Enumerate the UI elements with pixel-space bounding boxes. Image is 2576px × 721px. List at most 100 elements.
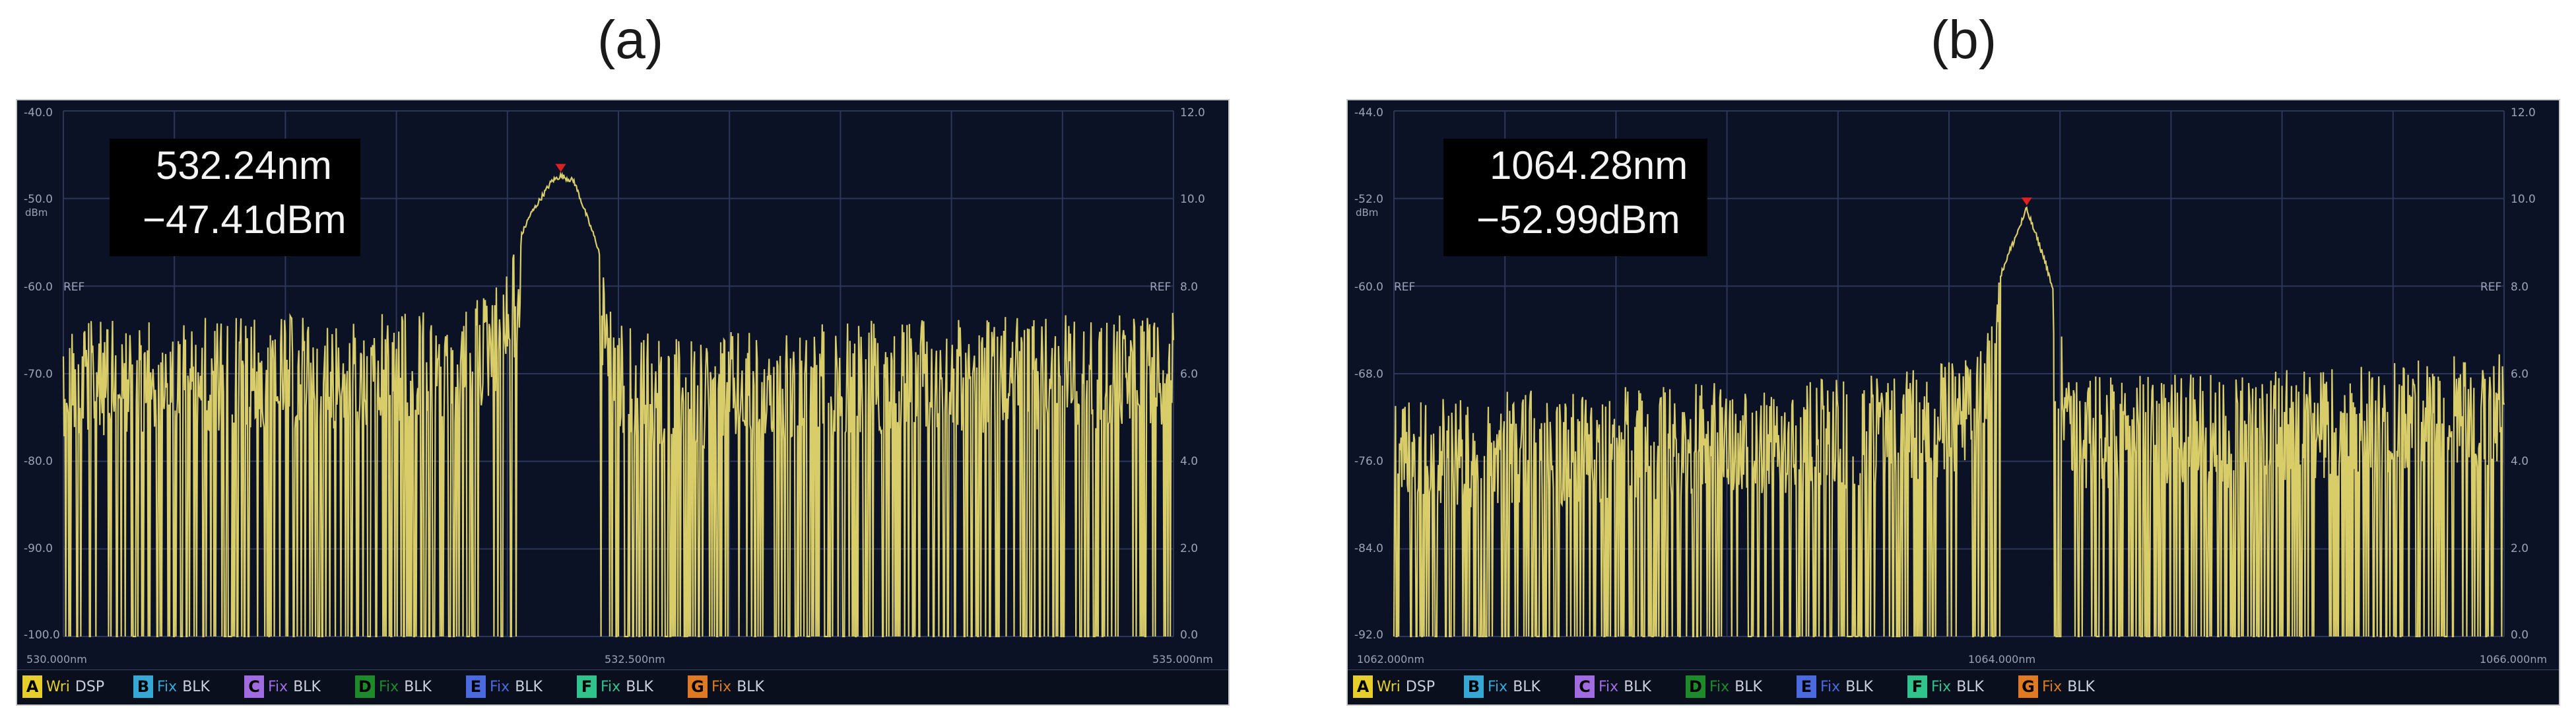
trace-tag-f[interactable]: F Fix BLK [577,674,653,699]
x-tick-b-2: 1066.000nm [2480,653,2547,666]
readout-wavelength-a: 532.24nm [156,143,332,188]
trace-letter: C [1575,675,1595,698]
trace-tag-c[interactable]: C Fix BLK [1575,674,1651,699]
trace-tag-b[interactable]: B Fix BLK [133,674,210,699]
trace-mode: Fix [1599,678,1619,695]
trace-letter: E [466,675,486,698]
right-tick-a-2: 8.0 [1180,281,1198,294]
marker-readout-a: 532.24nm −47.41dBm [110,139,360,256]
trace-tag-g[interactable]: G Fix BLK [688,674,764,699]
right-tick-b-0: 12.0 [2511,106,2536,120]
trace-state: DSP [75,678,105,695]
trace-tag-e[interactable]: E Fix BLK [466,674,543,699]
trace-tag-a[interactable]: A Wri DSP [1353,674,1435,699]
trace-mode: Fix [2042,678,2063,695]
trace-state: BLK [515,678,543,695]
readout-power-a: −47.41dBm [143,197,347,242]
trace-state: BLK [1513,678,1540,695]
trace-state: BLK [404,678,432,695]
left-tick-b-0: -44.0 [1354,106,1383,120]
left-tick-a-6: -100.0 [24,629,60,642]
osa-screen-b: -44.0 -52.0 dBm -60.0 REF -68.0 -76.0 -8… [1346,99,2560,706]
trace-state: BLK [293,678,321,695]
osa-screen-a: -40.0 -50.0 dBm -60.0 REF -70.0 -80.0 -9… [16,99,1230,706]
trace-state: BLK [1845,678,1873,695]
right-tick-a-0: 12.0 [1180,106,1205,120]
trace-letter: A [22,675,42,698]
right-tick-b-6: 0.0 [2511,629,2528,642]
ref-label-left-b: REF [1394,281,1415,294]
right-tick-b-1: 10.0 [2511,193,2536,206]
right-tick-b-5: 2.0 [2511,542,2528,555]
left-tick-a-5: -90.0 [24,542,53,555]
trace-mode: Fix [1820,678,1841,695]
trace-letter: A [1353,675,1373,698]
marker-readout-b: 1064.28nm −52.99dBm [1443,139,1707,256]
ref-label-left-a: REF [63,281,84,294]
right-tick-b-4: 4.0 [2511,455,2528,468]
trace-state: BLK [1734,678,1762,695]
x-tick-a-0: 530.000nm [26,653,87,666]
trace-state: BLK [626,678,653,695]
trace-state: BLK [1624,678,1651,695]
trace-tag-e[interactable]: E Fix BLK [1797,674,1873,699]
trace-tag-a[interactable]: A Wri DSP [22,674,104,699]
trace-state: BLK [2067,678,2095,695]
ref-label-right-a: REF [1150,281,1171,294]
left-tick-b-4: -76.0 [1354,455,1383,468]
trace-letter: E [1797,675,1816,698]
trace-tag-d[interactable]: D Fix BLK [1686,674,1762,699]
trace-mode: Wri [46,678,70,695]
x-tick-b-1: 1064.000nm [1968,653,2035,666]
trace-letter: B [1464,675,1484,698]
trace-bar-b: A Wri DSP B Fix BLK C Fix BLK D Fix BLK E Fix BLK F Fix B… [1348,670,2559,704]
peak-marker [555,164,566,172]
trace-tag-c[interactable]: C Fix BLK [244,674,321,699]
left-unit-b: dBm [1356,207,1378,219]
right-tick-a-1: 10.0 [1180,193,1205,206]
trace-tag-d[interactable]: D Fix BLK [355,674,432,699]
x-tick-a-1: 532.500nm [605,653,665,666]
left-tick-b-2: -60.0 [1354,281,1383,294]
trace-mode: Fix [1709,678,1730,695]
x-tick-a-2: 535.000nm [1152,653,1213,666]
right-tick-a-6: 0.0 [1180,629,1198,642]
trace-tag-f[interactable]: F Fix BLK [1907,674,1984,699]
trace-mode: Fix [157,678,178,695]
trace-letter: B [133,675,153,698]
trace-state: DSP [1405,678,1436,695]
right-tick-a-3: 6.0 [1180,368,1198,381]
trace-mode: Fix [379,678,399,695]
trace-letter: G [2018,675,2038,698]
left-tick-b-3: -68.0 [1354,368,1383,381]
left-tick-b-1: -52.0 [1354,193,1383,206]
right-tick-b-2: 8.0 [2511,281,2528,294]
readout-power-b: −52.99dBm [1476,197,1680,242]
trace-mode: Fix [490,678,510,695]
trace-mode: Fix [1488,678,1508,695]
readout-wavelength-b: 1064.28nm [1490,143,1688,188]
trace-letter: C [244,675,264,698]
left-tick-a-1: -50.0 [24,193,53,206]
left-tick-a-0: -40.0 [24,106,53,120]
trace-mode: Fix [601,678,621,695]
trace-letter: D [355,675,375,698]
trace-mode: Fix [711,678,732,695]
trace-tag-b[interactable]: B Fix BLK [1464,674,1540,699]
left-tick-b-5: -84.0 [1354,542,1383,555]
trace-mode: Fix [268,678,288,695]
trace-state: BLK [1956,678,1984,695]
trace-bar-a: A Wri DSP B Fix BLK C Fix BLK D Fix BLK E Fix BLK F Fix B… [17,670,1228,704]
ref-label-right-b: REF [2480,281,2501,294]
right-tick-b-3: 6.0 [2511,368,2528,381]
trace-state: BLK [737,678,764,695]
left-tick-b-6: -92.0 [1354,629,1383,642]
trace-letter: F [1907,675,1927,698]
right-tick-a-5: 2.0 [1180,542,1198,555]
left-unit-a: dBm [25,207,48,219]
left-tick-a-3: -70.0 [24,368,53,381]
peak-marker [2021,197,2032,206]
trace-tag-g[interactable]: G Fix BLK [2018,674,2095,699]
trace-letter: D [1686,675,1705,698]
trace-mode: Wri [1377,678,1401,695]
